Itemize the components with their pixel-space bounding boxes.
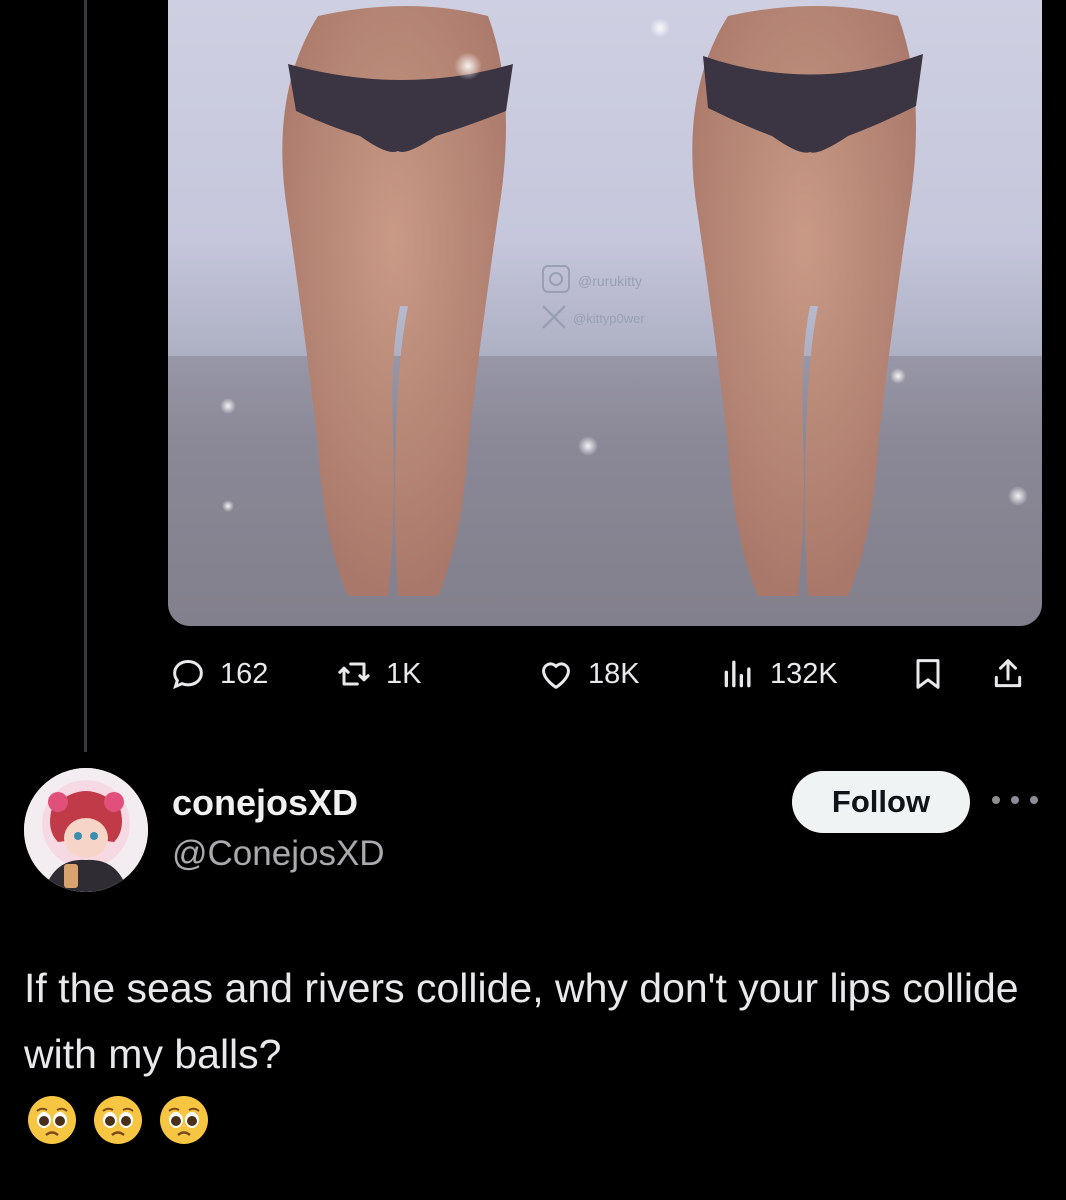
more-dot-icon [992,796,1000,804]
reply-count: 162 [220,657,269,690]
pleading-face-icon [92,1094,144,1146]
heart-icon [542,662,570,689]
avatar[interactable] [24,768,148,892]
pleading-face-icon [158,1094,210,1146]
like-count: 18K [588,657,640,690]
reply-icon [173,659,203,690]
reply-author-handle[interactable]: @ConejosXD [172,834,385,874]
tweet-action-bar: 162 1K 18K 132K [168,648,1042,700]
bookmark-icon [916,659,940,689]
bookmark-button[interactable] [908,648,948,700]
retweet-count: 1K [386,657,422,690]
retweet-button[interactable]: 1K [334,648,421,700]
retweet-icon [338,662,370,686]
reply-author-name[interactable]: conejosXD [172,782,358,824]
tweet-media-image[interactable]: @rurukitty @kittyp0wer [168,0,1042,626]
views-count: 132K [770,657,838,690]
pleading-face-icon [26,1094,78,1146]
svg-text:@kittyp0wer: @kittyp0wer [573,311,645,326]
thread-connector-line [84,0,87,752]
reply-button[interactable]: 162 [168,648,268,700]
emoji-row [26,1094,210,1146]
share-icon [994,659,1022,688]
more-dot-icon [1011,796,1019,804]
follow-button[interactable]: Follow [792,771,970,833]
views-button[interactable]: 132K [718,648,838,700]
like-button[interactable]: 18K [536,648,640,700]
more-options-button[interactable] [992,790,1038,810]
more-dot-icon [1030,796,1038,804]
views-chart-icon [724,660,751,688]
share-button[interactable] [988,648,1028,700]
reply-text: If the seas and rivers collide, why don'… [24,965,1019,1077]
svg-text:@rurukitty: @rurukitty [578,273,642,289]
